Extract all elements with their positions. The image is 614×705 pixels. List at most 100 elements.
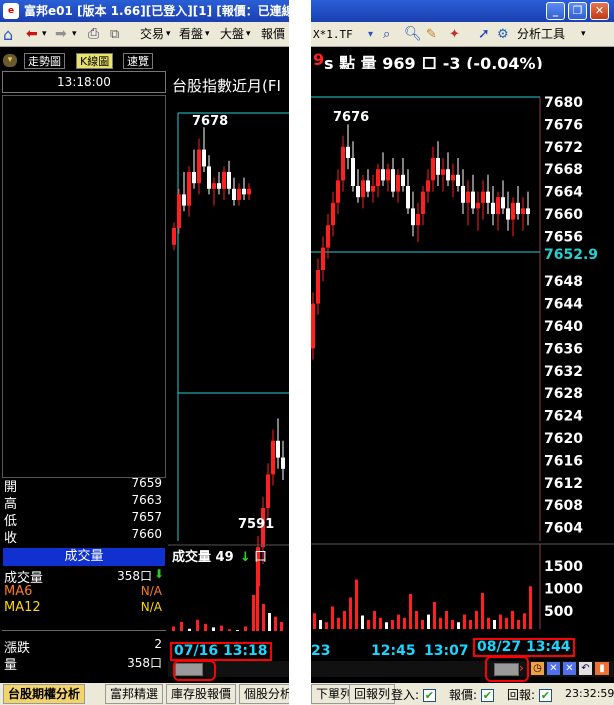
candle-body — [356, 186, 360, 198]
kline-chart-left[interactable]: 台股指數近月(FI 7678 7591 成交量 49 ↓ 口 — [168, 71, 289, 661]
clock-tool-icon[interactable]: ◷ — [531, 662, 544, 675]
candle-body — [247, 188, 251, 195]
y-tick-label: 7620 — [544, 431, 583, 447]
kline-chart-right[interactable]: 7680 7676 7672 7668 7664 7660 7656 7652.9 7648 76… — [311, 69, 614, 661]
bottom-tab-inventory-quote[interactable]: 庫存股報價 — [166, 684, 237, 704]
candle-body — [491, 202, 495, 214]
candle-body — [481, 191, 485, 203]
candle-body — [511, 202, 515, 220]
tab-tick[interactable]: 速覽 — [123, 53, 153, 69]
candle-body — [232, 188, 236, 200]
volume-bar — [343, 611, 346, 629]
volume-bar — [487, 617, 490, 629]
y-tick-label: 7676 — [544, 117, 583, 133]
volume-bar — [421, 620, 424, 629]
menu-view[interactable]: 看盤 — [179, 22, 203, 47]
search-quote-icon[interactable]: ⌕ — [383, 22, 390, 47]
symbol-field[interactable]: X*1.TF — [313, 22, 353, 47]
candle-body — [381, 169, 385, 181]
crosshair-tool-icon[interactable]: ✕ — [547, 662, 560, 675]
menu-tools-dropdown-icon[interactable]: ▾ — [581, 22, 586, 47]
bottom-tab-report-bar[interactable]: 回報列 — [349, 684, 396, 704]
menu-market-dropdown-icon[interactable]: ▾ — [246, 22, 251, 47]
menu-analysis-tools[interactable]: 分析工具 — [517, 22, 565, 47]
undo-tool-icon[interactable]: ↶ — [579, 662, 592, 675]
candle-body — [426, 180, 430, 192]
popout-icon[interactable]: ⧉ — [110, 22, 119, 47]
horizontal-scrollbar-right[interactable]: › ◷ ✕ ✕ ↶ ▮ — [311, 661, 614, 677]
stat-qty-value: 358口 — [127, 656, 162, 670]
y-tick-label: 7660 — [544, 207, 583, 223]
stat-close-value: 7660 — [131, 527, 162, 541]
volume-bar — [236, 630, 239, 631]
left-screen-panel: e 富邦e01 [版本 1.66][已登入][1] [報價：已連線 ⌂ ⬅ ▾ … — [0, 0, 289, 705]
candle-body — [182, 194, 186, 206]
stat-qty: 量 358口 — [4, 654, 164, 673]
home-icon[interactable]: ⌂ — [3, 22, 13, 47]
menu-trade[interactable]: 交易 — [140, 22, 164, 47]
volume-bar — [415, 611, 418, 629]
menu-trade-dropdown-icon[interactable]: ▾ — [166, 22, 171, 47]
order-icon[interactable]: ✦ — [449, 22, 460, 47]
volume-bar — [361, 615, 364, 629]
candle-body — [401, 174, 405, 186]
status-clock: 23:32:59 — [565, 687, 614, 700]
forward-arrow-icon[interactable]: ➡ — [55, 22, 67, 47]
y-tick-label: 7656 — [544, 229, 583, 245]
login-check-icon: ✔ — [422, 689, 436, 702]
candle-body — [336, 180, 340, 203]
title-bar-right: _ ❐ ✕ — [311, 0, 614, 22]
tabs-collapse-icon[interactable]: ▾ — [3, 54, 17, 67]
candle-body — [496, 197, 500, 214]
candle-body — [366, 180, 370, 192]
bar-chart-tool-icon[interactable]: ▮ — [595, 662, 609, 675]
candle-body — [242, 188, 246, 195]
analysis-tools-icon[interactable]: ⚙ — [497, 22, 509, 47]
stat-ma6-value: N/A — [140, 584, 162, 598]
volume-bar — [325, 622, 328, 629]
bottom-tab-stock-analysis[interactable]: 個股分析 — [239, 684, 289, 704]
restore-button[interactable]: ❐ — [568, 2, 587, 20]
close-button[interactable]: ✕ — [590, 2, 609, 20]
y-tick-label: 7608 — [544, 498, 583, 514]
volume-bar — [331, 606, 334, 629]
candle-body — [172, 228, 176, 245]
status-login: 登入: ✔ — [391, 686, 436, 703]
alert-icon[interactable]: ✎ — [426, 22, 437, 47]
candle-body — [501, 197, 505, 209]
candle-body — [331, 202, 335, 226]
volume-label: 成交量 49 — [172, 549, 234, 565]
volume-bar — [397, 614, 400, 629]
back-dropdown-icon[interactable]: ▾ — [42, 22, 47, 47]
back-arrow-icon[interactable]: ⬅ — [26, 22, 38, 47]
volume-bar — [499, 614, 502, 629]
minimize-button[interactable]: _ — [546, 2, 565, 20]
candle-body — [341, 146, 345, 181]
status-quote: 報價: ✔ — [449, 686, 494, 703]
print-icon[interactable]: ⎙ — [88, 22, 99, 47]
grid-tool-icon[interactable]: ✕ — [563, 662, 576, 675]
volume-bar — [463, 614, 466, 629]
pointer-icon[interactable]: ➚ — [478, 22, 490, 47]
volume-bar — [475, 611, 478, 629]
volume-bar — [180, 622, 183, 631]
stat-ma6-label: MA6 — [4, 584, 33, 599]
stat-change: 漲跌 2 — [4, 637, 164, 656]
menu-quote[interactable]: 報價 — [261, 22, 285, 47]
x-tick-label: 12:45 — [371, 643, 416, 659]
bottom-tab-options-analysis[interactable]: 台股期權分析 — [3, 684, 86, 704]
symbol-dropdown-icon[interactable]: ▾ — [368, 22, 373, 47]
stat-volume-value: 358口 — [117, 569, 152, 583]
tab-trend[interactable]: 走勢圖 — [24, 53, 65, 69]
zoom-icon[interactable]: 🔍︎ — [404, 22, 422, 47]
stat-high: 高 7663 — [4, 493, 164, 512]
candle-body — [311, 303, 315, 349]
bottom-tab-fubon-picks[interactable]: 富邦精選 — [105, 684, 164, 704]
forward-dropdown-icon[interactable]: ▾ — [72, 22, 77, 47]
menu-market[interactable]: 大盤 — [220, 22, 244, 47]
volume-bar — [529, 586, 532, 629]
volume-down-arrow-icon: ↓ — [240, 550, 251, 565]
menu-view-dropdown-icon[interactable]: ▾ — [205, 22, 210, 47]
tab-kline[interactable]: K線圖 — [76, 53, 114, 69]
volume-bar — [517, 620, 520, 629]
